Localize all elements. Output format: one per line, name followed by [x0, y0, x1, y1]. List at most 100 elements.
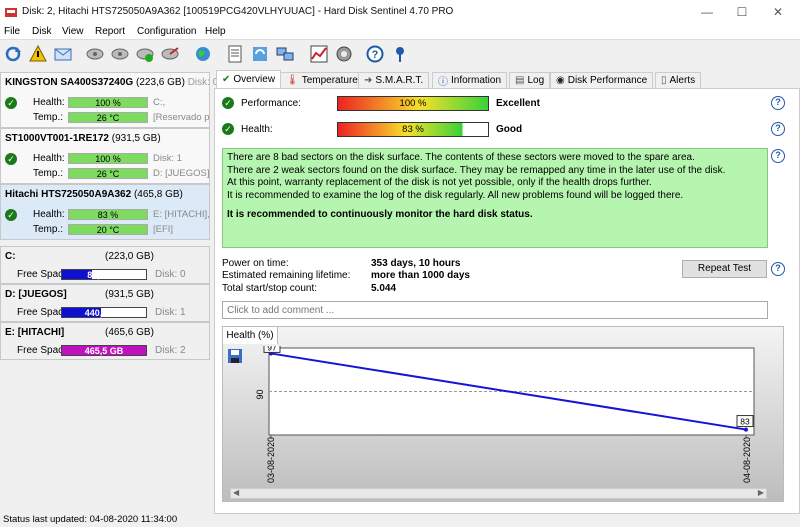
status-message-box: There are 8 bad sectors on the disk surf… — [222, 148, 768, 248]
tab-disk-performance[interactable]: ◉ Disk Performance — [550, 72, 654, 88]
comment-input[interactable] — [222, 301, 768, 319]
performance-label: Performance: — [241, 98, 302, 109]
mail-icon[interactable] — [52, 43, 74, 65]
temp-bar: 26 °C — [68, 168, 148, 179]
tab-information[interactable]: ⓘ Information — [432, 72, 508, 88]
ok-check-icon: ✓ — [222, 97, 234, 109]
free-space-bar: 80,0 GB — [61, 269, 147, 280]
disk-name: ST1000VT001-1RE172 — [5, 133, 109, 144]
alerts-icon: ▯ — [661, 75, 667, 86]
partition-size: (931,5 GB) — [105, 289, 154, 300]
chart-icon[interactable] — [308, 43, 330, 65]
partition-entry-c[interactable]: C: (223,0 GB) Free Space 80,0 GB Disk: 0 — [0, 246, 210, 284]
volume-text: C:, — [153, 97, 166, 108]
menu-help[interactable]: Help — [205, 26, 226, 37]
health-bar: 83 % — [68, 209, 148, 220]
tab-label: Temperature — [301, 75, 358, 86]
message-line: There are 2 weak sectors found on the di… — [227, 164, 726, 176]
tab-smart[interactable]: ➜ S.M.A.R.T. — [358, 72, 430, 88]
network-icon[interactable] — [274, 43, 296, 65]
menu-disk[interactable]: Disk — [32, 26, 51, 37]
menu-view[interactable]: View — [62, 26, 84, 37]
partition-size: (465,6 GB) — [105, 327, 154, 338]
disk-entry-2[interactable]: Hitachi HTS725050A9A362 (465,8 GB) ✓ Hea… — [0, 184, 210, 240]
health-label: Health: — [33, 153, 65, 164]
health-chart: 90 03-08-2020 04-08-2020 97 83 — [255, 346, 755, 483]
window-title: Disk: 2, Hitachi HTS725050A9A362 [100519… — [22, 6, 454, 17]
menu-configuration[interactable]: Configuration — [137, 26, 196, 37]
health-label: Health: — [33, 97, 65, 108]
menu-report[interactable]: Report — [95, 26, 125, 37]
scroll-left-icon[interactable]: ◀ — [233, 488, 239, 497]
partition-name: E: [HITACHI] — [5, 327, 65, 338]
maximize-button[interactable]: ☐ — [729, 3, 755, 21]
data-label: 83 — [740, 417, 750, 427]
health-text: Good — [496, 124, 523, 135]
menu-file[interactable]: File — [4, 26, 20, 37]
partition-disk: Disk: 2 — [155, 345, 186, 356]
x-tick-label-end: 04-08-2020 — [742, 437, 752, 483]
disk-title: Hitachi HTS725050A9A362 (465,8 GB) — [5, 189, 183, 200]
disk-entry-0[interactable]: KINGSTON SA400S37240G (223,6 GB) Disk: 0… — [0, 72, 218, 128]
tab-label: Alerts — [669, 75, 696, 86]
free-space-bar: 465,5 GB — [61, 345, 147, 356]
help-icon[interactable]: ? — [771, 262, 785, 276]
title-bar: Disk: 2, Hitachi HTS725050A9A362 [100519… — [0, 0, 800, 24]
lifetime-value: more than 1000 days — [371, 270, 470, 281]
partition-entry-e[interactable]: E: [HITACHI] (465,6 GB) Free Space 465,5… — [0, 322, 210, 360]
tab-temperature[interactable]: 🌡 Temperature — [280, 72, 364, 88]
disk-icon[interactable] — [84, 43, 106, 65]
health-bar: 100 % — [68, 153, 148, 164]
scroll-right-icon[interactable]: ▶ — [758, 488, 764, 497]
globe-icon[interactable] — [192, 43, 214, 65]
tab-log[interactable]: ▤ Log — [509, 72, 551, 88]
app-icon — [5, 8, 17, 17]
settings-icon[interactable] — [333, 43, 355, 65]
repeat-test-button[interactable]: Repeat Test — [682, 260, 767, 278]
disk-entry-1[interactable]: ST1000VT001-1RE172 (931,5 GB) ✓ Health: … — [0, 128, 210, 184]
sync-icon[interactable] — [249, 43, 271, 65]
temp-label: Temp.: — [33, 112, 64, 123]
help-icon[interactable]: ? — [771, 96, 785, 110]
horizontal-scrollbar[interactable]: ◀ ▶ — [230, 488, 767, 499]
alert-icon[interactable] — [27, 43, 49, 65]
message-line: There are 8 bad sectors on the disk surf… — [227, 152, 695, 163]
tab-label: Log — [527, 75, 545, 86]
disk-size: (223,6 GB) — [136, 77, 185, 88]
smart-icon: ➜ — [364, 75, 373, 86]
volume-text: Disk: 1 — [153, 153, 183, 164]
tab-label: Overview — [233, 74, 276, 85]
volume-text-2: D: [JUEGOS] — [153, 168, 209, 179]
close-button[interactable]: ✕ — [765, 3, 791, 21]
info-icon[interactable] — [389, 43, 411, 65]
tab-bar: ✔ Overview 🌡 Temperature ➜ S.M.A.R.T. ⓘ Info… — [214, 70, 800, 88]
health-bar: 83 % — [337, 122, 489, 137]
chart-tab-health[interactable]: Health (%) — [222, 326, 278, 344]
disk-2-icon[interactable] — [109, 43, 131, 65]
message-line: At this point, warranty replacement of t… — [227, 177, 652, 188]
health-value: 83 % — [402, 124, 424, 135]
check-icon: ✔ — [222, 74, 231, 85]
free-space-value: 465,5 GB — [84, 346, 124, 356]
partition-size: (223,0 GB) — [105, 251, 154, 262]
message-bold-line: It is recommended to continuously monito… — [227, 209, 533, 220]
tab-overview[interactable]: ✔ Overview — [216, 70, 282, 88]
disk-title: ST1000VT001-1RE172 (931,5 GB) — [5, 133, 161, 144]
performance-value: 100 % — [399, 98, 427, 109]
tab-alerts[interactable]: ▯ Alerts — [655, 72, 702, 88]
minimize-button[interactable]: — — [694, 3, 720, 21]
partition-name: D: [JUEGOS] — [5, 289, 67, 300]
message-line: It is recommended to examine the log of … — [227, 189, 684, 201]
report-icon[interactable] — [224, 43, 246, 65]
partition-entry-d[interactable]: D: [JUEGOS] (931,5 GB) Free Space 440,6 … — [0, 284, 210, 322]
temp-label: Temp.: — [33, 168, 64, 179]
save-icon[interactable] — [227, 348, 243, 364]
power-on-label: Power on time: — [222, 258, 289, 269]
refresh-icon[interactable] — [2, 43, 24, 65]
help-icon[interactable]: ? — [771, 149, 785, 163]
ok-check-icon: ✓ — [5, 97, 17, 109]
help-icon[interactable]: ? — [771, 122, 785, 136]
disk-check-icon[interactable] — [134, 43, 156, 65]
help-icon[interactable]: ? — [364, 43, 386, 65]
disk-test-icon[interactable] — [159, 43, 181, 65]
